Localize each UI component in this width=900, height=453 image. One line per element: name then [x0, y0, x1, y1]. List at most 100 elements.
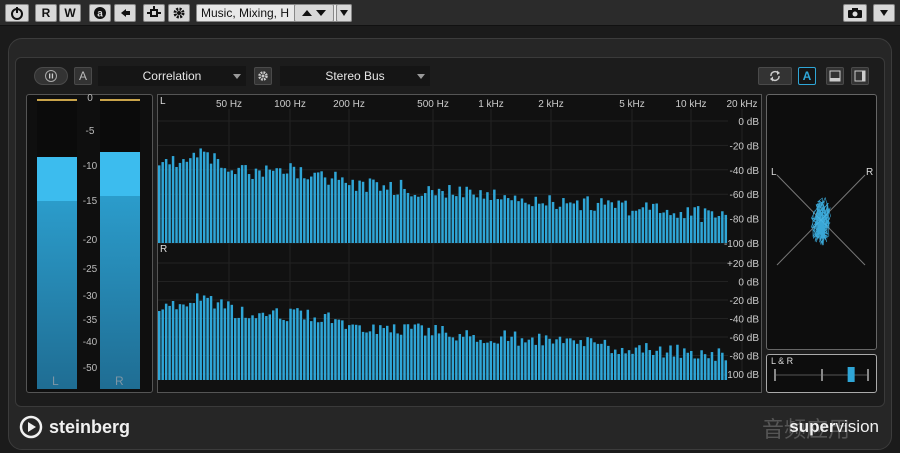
spectrum-bar [693, 207, 696, 243]
spectrum-bar [285, 173, 289, 243]
db-label: -40 dB [730, 315, 760, 326]
spectrum-bar [389, 181, 392, 243]
spectrum-bar [348, 325, 351, 380]
spectrum-bar [665, 352, 669, 380]
spectrum-bar [620, 347, 624, 380]
spectrum-bar [344, 328, 348, 380]
dropdown-arrow-icon [340, 10, 348, 16]
correlation-indicator [847, 367, 855, 382]
spectrum-bar [310, 321, 313, 380]
spectrum-bar [444, 332, 448, 380]
spectrum-bar [551, 343, 555, 380]
source-select[interactable]: Stereo Bus [280, 66, 430, 86]
spectrum-bar [579, 340, 582, 380]
routing-button[interactable] [143, 4, 165, 22]
spectrum-bar [341, 177, 344, 243]
spectrum-bar [372, 324, 375, 380]
spectrum-bar [396, 194, 399, 243]
svg-text:a: a [97, 9, 103, 20]
spectrum-bar [593, 342, 596, 380]
spectrum-bar [465, 330, 468, 380]
spectrum-bar [386, 189, 389, 243]
spectrum-bar [700, 350, 703, 380]
spectrum-bar [275, 168, 278, 243]
refresh-icon [770, 70, 780, 82]
module-settings-button[interactable] [254, 67, 272, 85]
spectrum-bar [382, 185, 386, 243]
spectrum-bar [572, 203, 576, 243]
vectorscope-trace [810, 196, 831, 246]
spectrum-bar [358, 325, 361, 380]
brand-name: steinberg [49, 416, 131, 437]
spectrum-bar [538, 203, 541, 243]
spectrum-bar [216, 302, 220, 380]
spectrum-bar [562, 343, 565, 380]
spectrum-bar [645, 343, 648, 380]
spectrum-bar [379, 190, 382, 243]
spectrum-bar [596, 343, 600, 380]
spectrum-bar [707, 210, 710, 243]
chevron-down-icon [233, 74, 241, 79]
bypass-button[interactable] [5, 4, 29, 22]
spectrum-bar [683, 348, 686, 380]
spectrum-bar [213, 308, 216, 380]
read-automation-button[interactable]: R [35, 4, 57, 22]
spectrum-bar [655, 350, 658, 380]
layout-side-button[interactable] [851, 67, 869, 85]
spectrum-bar [534, 196, 538, 243]
spectrum-bar [399, 179, 403, 243]
spectrum-bar [406, 192, 410, 243]
meter-scale-tick: -15 [82, 196, 98, 207]
spectrum-bar [234, 318, 237, 380]
db-label: -40 dB [730, 166, 760, 177]
spectrum-bar [641, 207, 645, 243]
spectrum-bar [178, 304, 182, 380]
spectrum-bar [303, 178, 306, 243]
spectrum-bar [455, 340, 458, 380]
spectrum-bar [696, 206, 700, 243]
previous-button[interactable] [114, 4, 136, 22]
spectrum-bar [413, 324, 417, 380]
spectrum-bar [555, 339, 558, 380]
meter-label-left: L [52, 374, 59, 388]
snapshot-button[interactable] [843, 4, 867, 22]
automation-button[interactable]: a [89, 4, 111, 22]
meter-bar-left [37, 99, 77, 389]
spectrum-bar [410, 196, 413, 243]
spectrum-bar [603, 204, 607, 243]
spectrum-bar [693, 358, 696, 380]
spectrum-bar [607, 200, 610, 243]
spectrum-bar [158, 311, 161, 380]
spectrum-bar [247, 318, 251, 380]
spectrum-bar [403, 188, 406, 243]
spectrum-bar [586, 337, 589, 380]
preset-prev-next-button[interactable] [294, 4, 334, 22]
spectrum-bar [268, 169, 272, 243]
layout-bottom-button[interactable] [826, 67, 844, 85]
spectrum-bar [258, 170, 261, 243]
pause-button[interactable] [34, 67, 68, 85]
spectrum-bar [323, 314, 327, 380]
spectrum-bar [278, 168, 282, 243]
spectrum-bar [458, 334, 462, 380]
pause-icon [45, 70, 57, 82]
sync-button[interactable] [758, 67, 792, 85]
spectrum-bar [579, 210, 582, 243]
spectrum-bar [662, 212, 665, 243]
write-automation-button[interactable]: W [59, 4, 81, 22]
spectrum-bar [482, 198, 486, 243]
spectrum-bar [520, 338, 524, 380]
spectrum-bar [462, 336, 465, 380]
spectrum-bar [652, 203, 655, 243]
preset-menu-button[interactable] [336, 4, 352, 22]
spectrum-bar [724, 214, 728, 243]
a-slot-button[interactable]: A [798, 67, 816, 85]
spectrum-bar [330, 323, 334, 380]
spectrum-bar [493, 342, 496, 380]
window-menu-button[interactable] [873, 4, 895, 22]
spectrum-bar [441, 191, 444, 243]
settings-button[interactable] [168, 4, 190, 22]
spectrum-bar [227, 301, 230, 380]
a-b-compare-button[interactable]: A [74, 67, 92, 85]
module-select[interactable]: Correlation [98, 66, 246, 86]
